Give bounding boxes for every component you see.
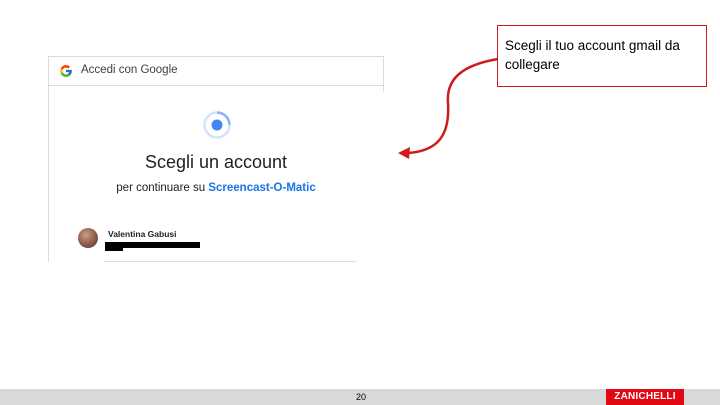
redacted-email-mark [105,248,123,251]
callout-text: Scegli il tuo account gmail da collegare [505,38,680,72]
page-number: 20 [356,392,367,402]
brand-logo: ZANICHELLI [606,389,684,405]
loading-spinner-icon [203,111,231,139]
google-signin-screenshot: Accedi con Google Scegli un account per … [48,56,384,262]
app-name-link[interactable]: Screencast-O-Matic [208,182,315,194]
subtitle: per continuare su Screencast-O-Matic [48,182,384,194]
header-title: Accedi con Google [81,64,178,76]
account-name: Valentina Gabusi [108,229,177,239]
curved-arrow-icon [398,57,499,159]
avatar [78,228,98,248]
callout-box: Scegli il tuo account gmail da collegare [497,25,707,87]
header-divider [48,85,384,86]
google-g-icon [60,65,72,77]
account-item[interactable]: Valentina Gabusi [78,226,228,254]
divider [383,56,384,92]
subtitle-prefix: per continuare su [116,182,209,194]
divider [104,261,356,262]
divider [48,56,384,57]
page-title: Scegli un account [144,152,288,172]
